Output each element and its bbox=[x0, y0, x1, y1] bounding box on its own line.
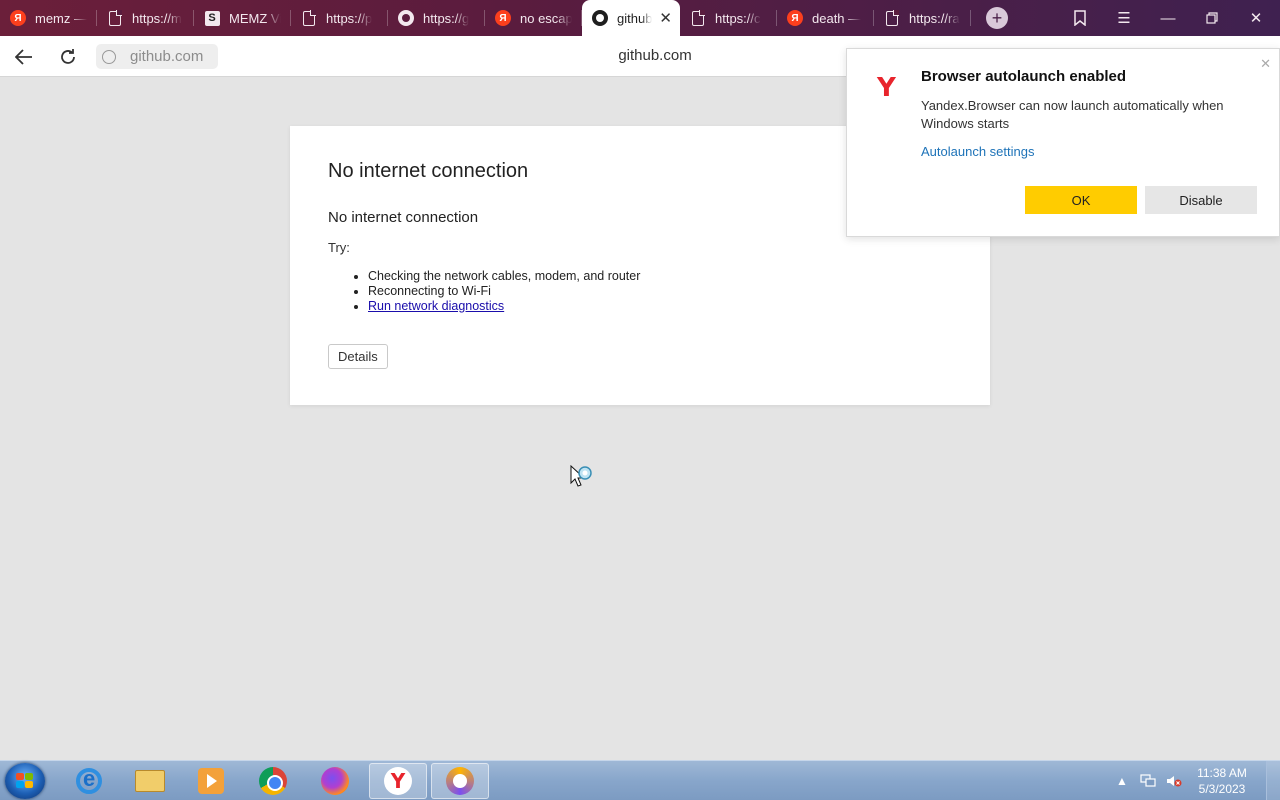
suggestion-item: Checking the network cables, modem, and … bbox=[368, 269, 952, 284]
tab-no-escape[interactable]: Я no escap bbox=[485, 0, 582, 36]
document-icon bbox=[690, 9, 706, 26]
tab-label: https://g bbox=[423, 10, 470, 26]
yandex-icon: Я bbox=[787, 10, 803, 26]
tab-https-ra[interactable]: https://ra bbox=[874, 0, 971, 36]
tab-https-p[interactable]: https://p bbox=[291, 0, 388, 36]
tab-label: https://c bbox=[715, 10, 761, 26]
system-tray: ▲ 11:38 AM 5/3/2023 bbox=[1114, 761, 1252, 800]
reload-icon[interactable] bbox=[55, 44, 81, 70]
vpn-icon bbox=[446, 767, 474, 795]
new-tab-button[interactable]: + bbox=[986, 7, 1008, 29]
folder-icon bbox=[135, 770, 165, 792]
disable-button[interactable]: Disable bbox=[1145, 186, 1257, 214]
taskbar-internet-explorer[interactable] bbox=[60, 763, 118, 799]
media-player-icon bbox=[198, 768, 224, 794]
github-icon bbox=[592, 10, 608, 26]
tab-label: no escap bbox=[520, 10, 572, 26]
clock-time: 11:38 AM bbox=[1197, 766, 1247, 780]
yandex-icon: Я bbox=[495, 10, 511, 26]
system-clock[interactable]: 11:38 AM 5/3/2023 bbox=[1192, 765, 1252, 797]
close-notification-icon[interactable]: ✕ bbox=[1260, 56, 1271, 72]
suggestion-list: Checking the network cables, modem, and … bbox=[368, 269, 952, 314]
tab-label: MEMZ Vi bbox=[229, 10, 281, 26]
globe-icon bbox=[102, 49, 116, 64]
busy-cursor-icon bbox=[570, 464, 600, 495]
tab-github-active[interactable]: github ✕ bbox=[582, 0, 680, 36]
tab-label: https://ra bbox=[909, 10, 960, 26]
document-icon bbox=[107, 9, 123, 26]
try-label: Try: bbox=[328, 240, 350, 255]
taskbar-file-explorer[interactable] bbox=[121, 763, 179, 799]
notification-body: Yandex.Browser can now launch automatica… bbox=[921, 98, 1224, 131]
show-desktop-button[interactable] bbox=[1266, 761, 1280, 800]
bookmarks-icon[interactable] bbox=[1058, 0, 1102, 36]
chrome-icon bbox=[259, 767, 287, 795]
yandex-icon: Я bbox=[10, 10, 26, 26]
windows-logo-icon bbox=[16, 773, 34, 789]
github-icon bbox=[398, 10, 414, 26]
tab-death[interactable]: Я death — bbox=[777, 0, 874, 36]
autolaunch-notification: Y Browser autolaunch enabled Yandex.Brow… bbox=[846, 48, 1280, 237]
tab-https-g[interactable]: https://g bbox=[388, 0, 485, 36]
taskbar-media-player[interactable] bbox=[182, 763, 240, 799]
tab-https-m[interactable]: https://m bbox=[97, 0, 194, 36]
menu-icon[interactable]: ☰ bbox=[1102, 0, 1146, 36]
taskbar-yandex-browser[interactable]: Y bbox=[369, 763, 427, 799]
firefox-icon bbox=[321, 767, 349, 795]
tab-https-c[interactable]: https://c bbox=[680, 0, 777, 36]
taskbar-firefox[interactable] bbox=[306, 763, 364, 799]
volume-muted-icon[interactable] bbox=[1166, 773, 1182, 789]
run-diagnostics-link[interactable]: Run network diagnostics bbox=[368, 299, 504, 313]
tab-memz[interactable]: Я memz — bbox=[0, 0, 97, 36]
tab-label: death — bbox=[812, 10, 862, 26]
details-button[interactable]: Details bbox=[328, 344, 388, 369]
autolaunch-settings-link[interactable]: Autolaunch settings bbox=[921, 144, 1034, 159]
internet-explorer-icon bbox=[76, 766, 102, 794]
taskbar-chrome[interactable] bbox=[244, 763, 302, 799]
start-button[interactable] bbox=[5, 763, 45, 799]
close-tab-icon[interactable]: ✕ bbox=[659, 9, 672, 27]
tab-label: github bbox=[617, 10, 653, 26]
address-bar[interactable]: github.com bbox=[96, 44, 218, 69]
tab-label: https://m bbox=[132, 10, 182, 26]
tab-memz-video[interactable]: S MEMZ Vi bbox=[194, 0, 291, 36]
restore-icon[interactable] bbox=[1190, 0, 1234, 36]
address-text: github.com bbox=[130, 48, 204, 65]
yandex-browser-icon: Y bbox=[384, 767, 412, 795]
yandex-logo-icon: Y bbox=[877, 73, 896, 103]
minimize-icon[interactable]: — bbox=[1146, 0, 1190, 36]
suggestion-item: Reconnecting to Wi-Fi bbox=[368, 284, 952, 299]
memz-icon: S bbox=[204, 10, 220, 26]
taskbar-vpn[interactable] bbox=[431, 763, 489, 799]
clock-date: 5/3/2023 bbox=[1198, 782, 1246, 796]
tab-label: https://p bbox=[326, 10, 373, 26]
back-icon[interactable] bbox=[11, 44, 37, 70]
network-icon[interactable] bbox=[1140, 773, 1156, 789]
tab-label: memz — bbox=[35, 10, 87, 26]
close-window-icon[interactable]: ✕ bbox=[1234, 0, 1278, 36]
document-icon bbox=[884, 9, 900, 26]
notification-title: Browser autolaunch enabled bbox=[921, 68, 1127, 85]
taskbar: Y ▲ 11:38 AM 5/3/2023 bbox=[0, 760, 1280, 800]
ok-button[interactable]: OK bbox=[1025, 186, 1137, 214]
document-icon bbox=[301, 9, 317, 26]
page-title: github.com bbox=[618, 47, 692, 64]
suggestion-item: Run network diagnostics bbox=[368, 299, 952, 314]
show-hidden-icons-icon[interactable]: ▲ bbox=[1114, 773, 1130, 789]
